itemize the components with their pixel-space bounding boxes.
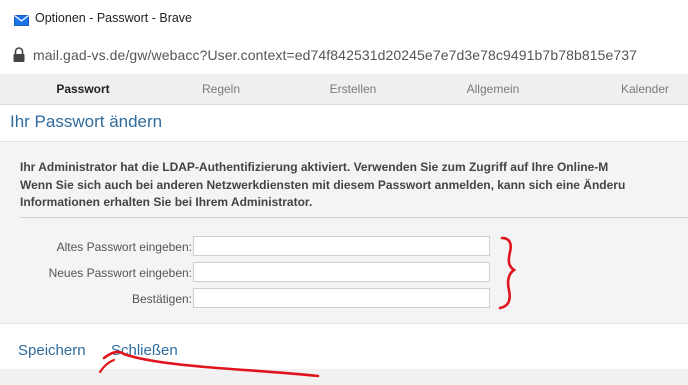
password-panel: Ihr Passwort ändern Ihr Administrator ha… <box>0 105 688 323</box>
options-tab-bar: Passwort Regeln Erstellen Allgemein Kale… <box>0 74 688 105</box>
tab-passwort[interactable]: Passwort <box>38 74 128 104</box>
confirm-password-row: Bestätigen: <box>0 288 688 310</box>
confirm-password-label: Bestätigen: <box>131 292 192 306</box>
divider <box>20 217 688 218</box>
info-line: Wenn Sie sich auch bei anderen Netzwerkd… <box>20 177 626 192</box>
old-password-row: Altes Passwort eingeben: <box>0 236 688 258</box>
lock-icon[interactable] <box>12 47 26 63</box>
old-password-label: Altes Passwort eingeben: <box>56 240 192 254</box>
action-footer: Speichern Schließen <box>0 323 688 370</box>
new-password-label: Neues Passwort eingeben: <box>48 266 192 280</box>
page-title: Ihr Passwort ändern <box>10 112 163 131</box>
close-link[interactable]: Schließen <box>111 342 178 359</box>
url-text[interactable]: mail.gad-vs.de/gw/webacc?User.context=ed… <box>33 47 637 63</box>
new-password-row: Neues Passwort eingeben: <box>0 262 688 284</box>
address-bar[interactable]: mail.gad-vs.de/gw/webacc?User.context=ed… <box>0 36 688 75</box>
confirm-password-field[interactable] <box>193 288 490 308</box>
panel-header: Ihr Passwort ändern <box>0 105 688 142</box>
tab-allgemein[interactable]: Allgemein <box>448 74 538 104</box>
old-password-field[interactable] <box>193 236 490 256</box>
info-line: Informationen erhalten Sie bei Ihrem Adm… <box>20 195 313 209</box>
info-line: Ihr Administrator hat die LDAP-Authentif… <box>20 160 609 174</box>
tab-regeln[interactable]: Regeln <box>176 74 266 104</box>
page-bottom <box>0 369 688 385</box>
mail-icon <box>14 13 29 26</box>
ldap-info-text: Ihr Administrator hat die LDAP-Authentif… <box>20 159 688 212</box>
tab-erstellen[interactable]: Erstellen <box>308 74 398 104</box>
window-title: Optionen - Passwort - Brave <box>35 11 193 25</box>
tab-kalender[interactable]: Kalender <box>600 74 688 104</box>
new-password-field[interactable] <box>193 262 490 282</box>
window-titlebar: Optionen - Passwort - Brave <box>0 0 688 36</box>
save-link[interactable]: Speichern <box>18 342 86 359</box>
